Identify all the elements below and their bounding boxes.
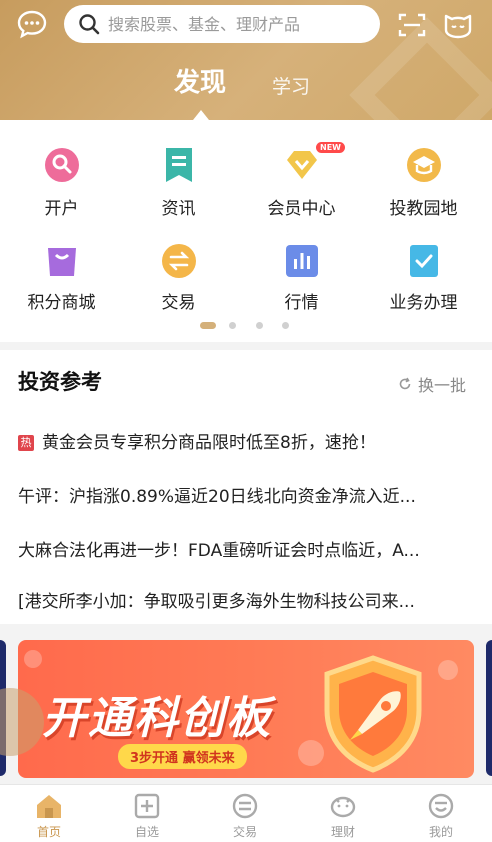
menu-item-label: 投教园地 xyxy=(389,199,458,219)
top-bar xyxy=(0,0,492,50)
menu-item-market[interactable]: 行情 xyxy=(240,242,363,332)
news-item[interactable]: 热黄金会员专享积分商品限时低至8折，速抢！ xyxy=(18,428,488,453)
news-item[interactable]: [港交所李小加：争取吸引更多海外生物科技公司来... xyxy=(18,587,488,612)
shopping-bag-icon xyxy=(48,248,76,276)
refresh-icon xyxy=(399,377,411,390)
hot-tag: 热 xyxy=(18,435,34,451)
page-dot xyxy=(256,322,263,329)
nav-label: 首页 xyxy=(36,825,61,839)
message-icon[interactable] xyxy=(16,9,48,39)
menu-item-member-center[interactable]: 会员中心 xyxy=(240,146,363,236)
menu-item-news[interactable]: 资讯 xyxy=(117,146,240,236)
section-title: 投资参考 xyxy=(18,370,102,394)
menu-item-label: 行情 xyxy=(284,293,319,313)
star-market-banner[interactable]: 开通科创板 3步开通 赢领未来 xyxy=(18,640,474,778)
refresh-label: 换一批 xyxy=(418,376,467,395)
add-square-icon xyxy=(134,793,160,819)
menu-item-label: 业务办理 xyxy=(389,293,458,313)
search-bar[interactable] xyxy=(64,5,380,43)
cat-service-icon[interactable] xyxy=(442,10,474,40)
nav-label: 理财 xyxy=(330,825,355,839)
investment-reference: 投资参考 换一批 热黄金会员专享积分商品限时低至8折，速抢！ 午评：沪指涨0.8… xyxy=(0,350,492,624)
next-banner-peek[interactable] xyxy=(486,640,492,776)
nav-label: 我的 xyxy=(428,825,453,839)
menu-item-label: 交易 xyxy=(161,293,196,313)
user-face-icon xyxy=(428,793,454,819)
quick-menu: 开户 资讯 会员中心 投教园地 积分商城 交易 行情 业务办理 xyxy=(0,120,492,342)
nav-trade[interactable]: 交易 xyxy=(196,791,294,840)
menu-item-open-account[interactable]: 开户 xyxy=(0,146,123,236)
menu-item-label: 资讯 xyxy=(161,199,196,219)
exchange-icon xyxy=(162,244,196,278)
bar-chart-icon xyxy=(286,245,318,277)
menu-item-label: 会员中心 xyxy=(267,199,336,219)
news-bookmark-icon xyxy=(166,148,192,182)
home-icon xyxy=(37,795,61,818)
banner-area: 开通科创板 3步开通 赢领未来 xyxy=(0,624,492,784)
decor-bubble xyxy=(438,660,458,680)
exchange-circle-icon xyxy=(232,793,258,819)
active-tab-indicator xyxy=(193,110,209,120)
banner-pill: 3步开通 赢领未来 xyxy=(118,744,247,769)
nav-label: 自选 xyxy=(134,825,159,839)
news-item[interactable]: 午评：沪指涨0.89%逼近20日线北向资金净流入近... xyxy=(18,482,488,507)
menu-item-trade[interactable]: 交易 xyxy=(117,242,240,332)
nav-wealth[interactable]: 理财 xyxy=(294,791,392,840)
key-icon xyxy=(45,148,79,182)
menu-item-investor-education[interactable]: 投教园地 xyxy=(362,146,485,236)
tab-discover[interactable]: 发现 xyxy=(174,62,226,99)
header: 发现 学习 xyxy=(0,0,492,120)
check-clipboard-icon xyxy=(410,245,438,277)
news-item[interactable]: 大麻合法化再进一步！FDA重磅听证会时点临近，A... xyxy=(18,536,488,561)
refresh-button[interactable]: 换一批 xyxy=(398,372,466,396)
new-badge: NEW xyxy=(316,142,345,153)
tab-learn[interactable]: 学习 xyxy=(272,72,310,99)
search-icon xyxy=(79,14,100,35)
page-dot xyxy=(200,322,216,329)
piggy-bank-icon xyxy=(330,796,356,818)
page-dot xyxy=(229,322,236,329)
rocket-shield-icon xyxy=(324,655,422,773)
decor-bubble xyxy=(24,650,42,668)
diamond-icon xyxy=(287,151,317,179)
menu-page-indicator xyxy=(0,320,492,330)
menu-item-label: 开户 xyxy=(44,199,79,219)
menu-item-label: 积分商城 xyxy=(27,293,96,313)
news-text: 黄金会员专享积分商品限时低至8折，速抢！ xyxy=(42,433,376,453)
nav-mine[interactable]: 我的 xyxy=(392,791,490,840)
menu-item-points-mall[interactable]: 积分商城 xyxy=(0,242,123,332)
page-dot xyxy=(282,322,289,329)
graduation-cap-icon xyxy=(407,148,441,182)
bottom-nav: 首页 自选 交易 理财 我的 xyxy=(0,784,492,842)
discover-tabs: 发现 学习 xyxy=(0,62,492,112)
nav-label: 交易 xyxy=(232,825,257,839)
menu-item-business[interactable]: 业务办理 xyxy=(362,242,485,332)
nav-watchlist[interactable]: 自选 xyxy=(98,791,196,840)
nav-home[interactable]: 首页 xyxy=(0,791,98,840)
banner-headline: 开通科创板 xyxy=(42,693,272,744)
scan-icon[interactable] xyxy=(398,12,426,38)
search-input[interactable] xyxy=(108,14,358,34)
